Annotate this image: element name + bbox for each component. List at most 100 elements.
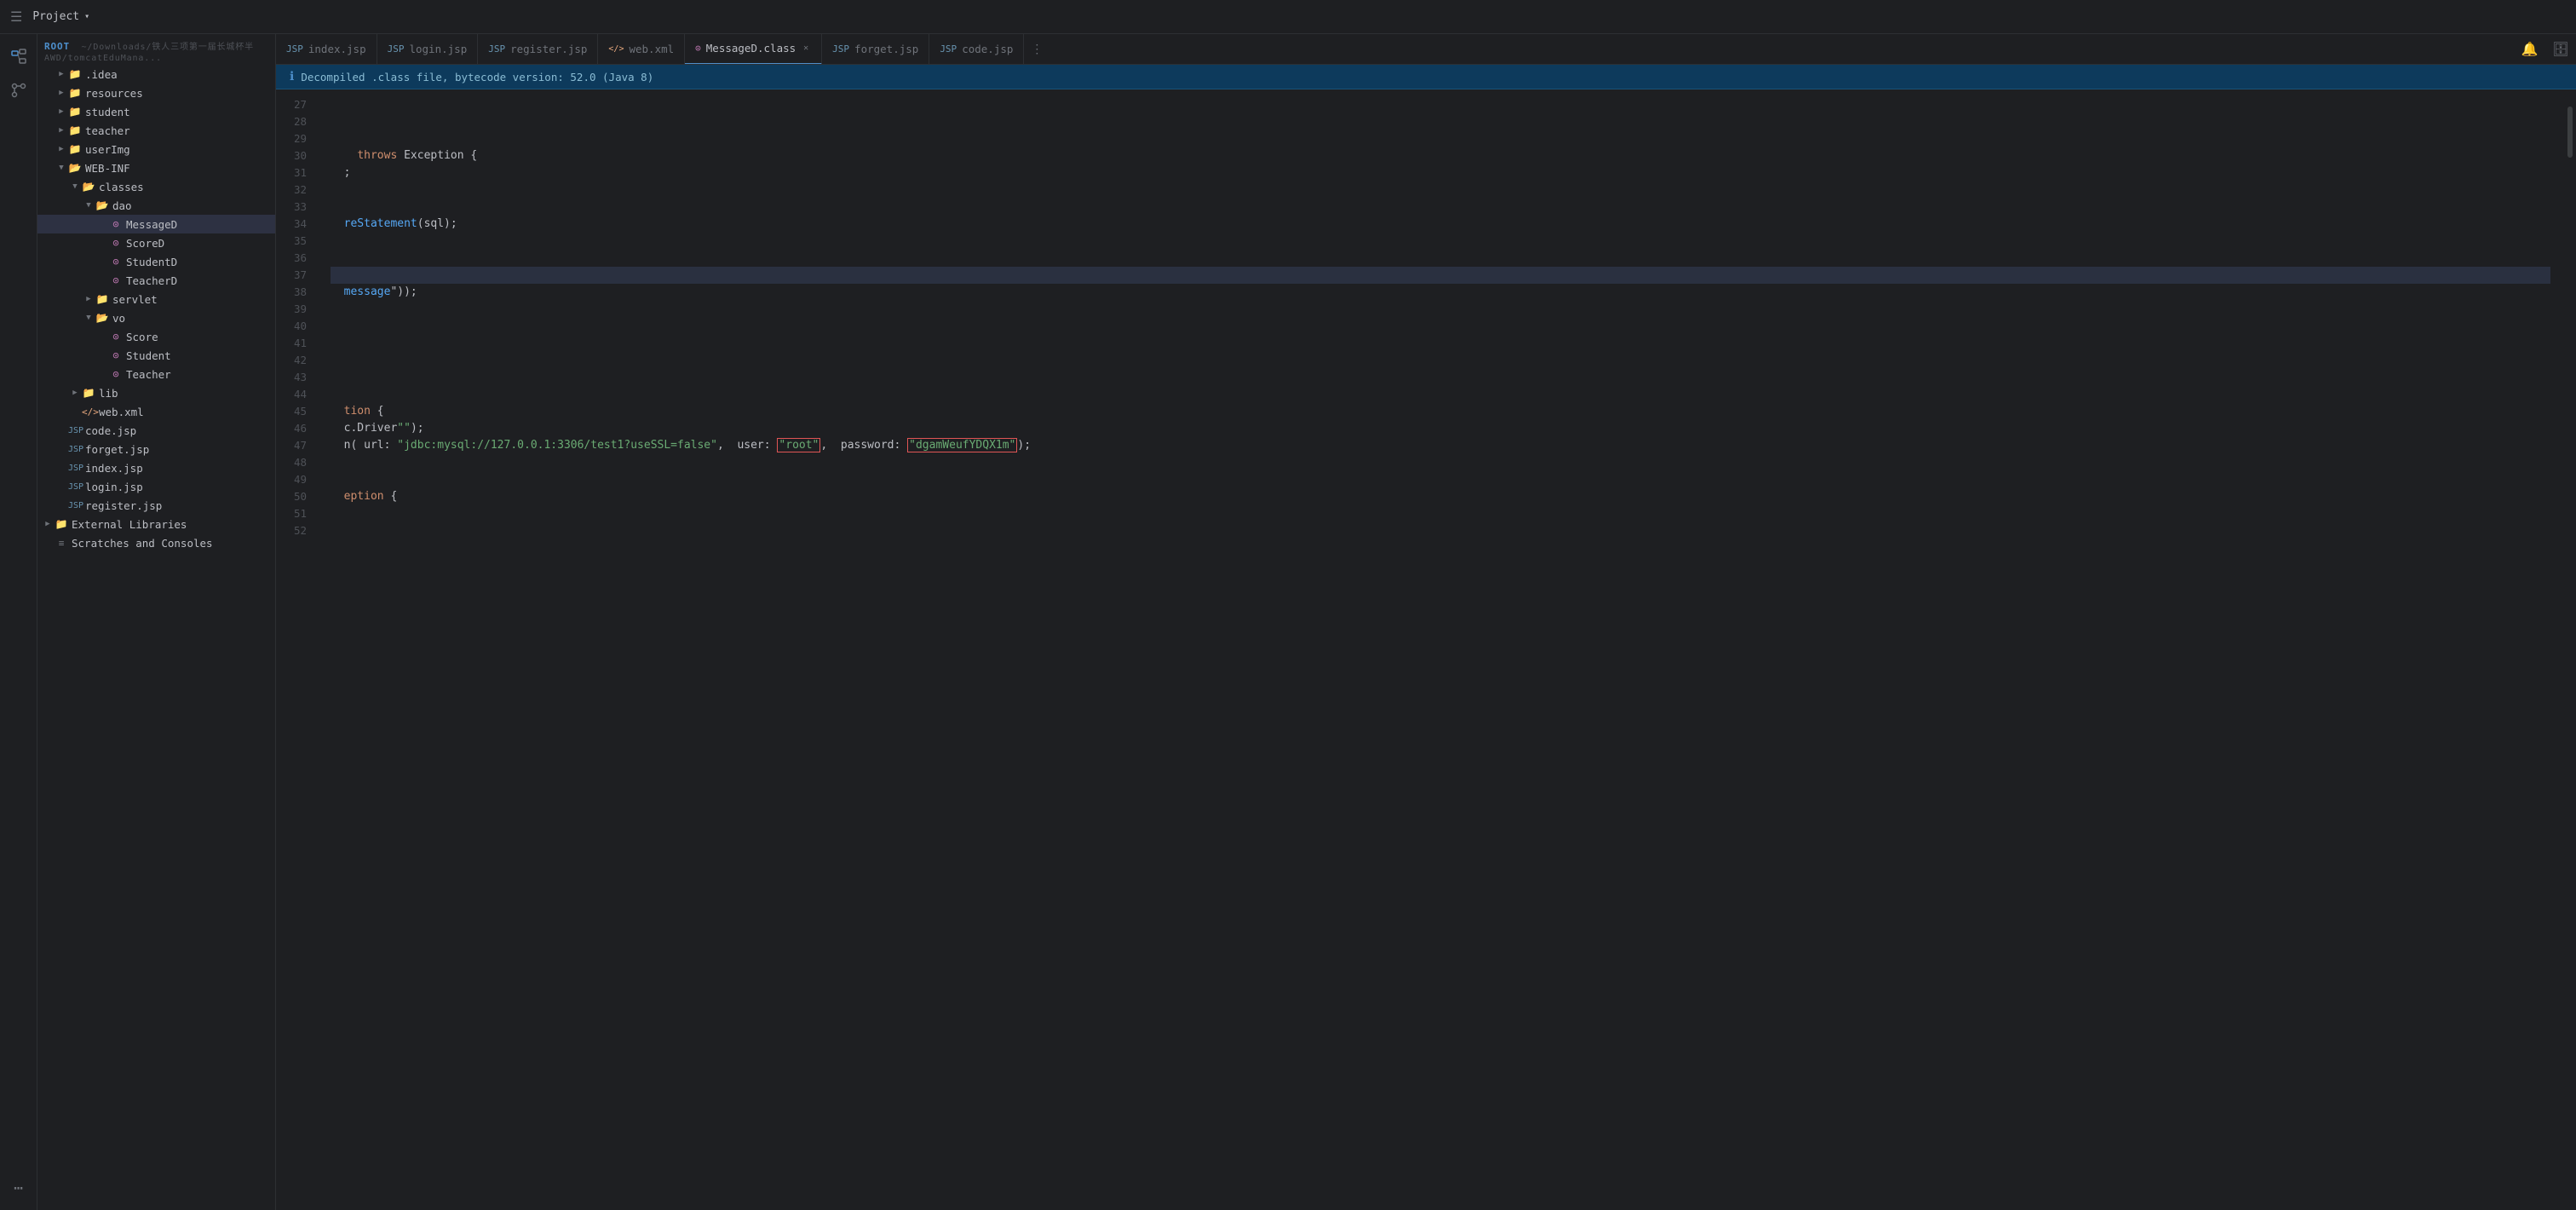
tree-item-userImg[interactable]: ▶ 📁 userImg	[37, 140, 275, 158]
label-webinf: WEB-INF	[85, 162, 130, 175]
tab-codejsp[interactable]: JSP code.jsp	[929, 34, 1024, 65]
notifications-icon[interactable]: 🔔	[2515, 41, 2545, 57]
tab-registerjsp[interactable]: JSP register.jsp	[478, 34, 598, 65]
code-line-43	[331, 369, 2550, 386]
tab-label-forgetjsp: forget.jsp	[854, 43, 918, 55]
tree-item-teacher[interactable]: ▶ 📁 teacher	[37, 121, 275, 140]
tab-close-MessageD[interactable]: ✕	[801, 42, 811, 55]
code-line-52	[331, 522, 2550, 539]
scrollbar-gutter	[2564, 89, 2576, 1210]
tab-label-registerjsp: register.jsp	[510, 43, 587, 55]
arrow-lib: ▶	[68, 389, 82, 397]
tree-item-Teacher[interactable]: ⊙ Teacher	[37, 365, 275, 383]
tree-item-ScoreD[interactable]: ⊙ ScoreD	[37, 233, 275, 252]
tree-item-lib[interactable]: ▶ 📁 lib	[37, 383, 275, 402]
class-icon-Student: ⊙	[109, 349, 123, 361]
tab-overflow-button[interactable]: ⋮	[1024, 43, 1049, 56]
label-teacher: teacher	[85, 124, 130, 137]
tab-label-codejsp: code.jsp	[962, 43, 1013, 55]
tree-item-vo[interactable]: ▼ 📂 vo	[37, 308, 275, 327]
code-line-41	[331, 335, 2550, 352]
project-chevron: ▾	[84, 12, 89, 21]
tree-item-Score[interactable]: ⊙ Score	[37, 327, 275, 346]
tree-item-webxml[interactable]: </> web.xml	[37, 402, 275, 421]
code-line-49	[331, 471, 2550, 488]
tab-loginjsp[interactable]: JSP login.jsp	[377, 34, 479, 65]
tree-item-codejsp[interactable]: JSP code.jsp	[37, 421, 275, 440]
folder-icon-dao: 📂	[95, 199, 109, 211]
folder-icon-idea: 📁	[68, 68, 82, 80]
scratches-icon: ≡	[55, 538, 68, 549]
arrow-servlet: ▶	[82, 295, 95, 303]
label-forgetjsp: forget.jsp	[85, 443, 149, 456]
code-line-42	[331, 352, 2550, 369]
tab-icon-indexjsp: JSP	[286, 43, 303, 55]
more-tools-icon[interactable]: ⋯	[3, 1173, 34, 1203]
tabs-bar: JSP index.jsp JSP login.jsp JSP register…	[276, 34, 2576, 65]
line-numbers: 27 28 29 30 31 32 33 34 35 36 37 38 39 4…	[276, 89, 317, 1210]
arrow-webinf: ▼	[55, 164, 68, 172]
tree-item-Student[interactable]: ⊙ Student	[37, 346, 275, 365]
scrollbar-thumb[interactable]	[2567, 107, 2573, 158]
code-line-35	[331, 233, 2550, 250]
code-editor[interactable]: throws Exception { ; reStatement(sql); m…	[317, 89, 2564, 1210]
tab-webxml[interactable]: </> web.xml	[598, 34, 685, 65]
tab-MessageD[interactable]: ⊙ MessageD.class ✕	[685, 34, 822, 65]
tree-item-TeacherD[interactable]: ⊙ TeacherD	[37, 271, 275, 290]
tree-item-forgetjsp[interactable]: JSP forget.jsp	[37, 440, 275, 458]
tree-item-classes[interactable]: ▼ 📂 classes	[37, 177, 275, 196]
tab-indexjsp[interactable]: JSP index.jsp	[276, 34, 377, 65]
class-icon-MessageD: ⊙	[109, 218, 123, 230]
project-selector[interactable]: ☰ Project ▾	[10, 9, 89, 25]
tree-item-indexjsp[interactable]: JSP index.jsp	[37, 458, 275, 477]
code-line-29	[331, 130, 2550, 147]
info-icon: ℹ	[290, 70, 294, 84]
folder-icon-vo: 📂	[95, 312, 109, 324]
tree-item-dao[interactable]: ▼ 📂 dao	[37, 196, 275, 215]
tab-icon-MessageD: ⊙	[695, 43, 701, 54]
label-loginjsp: login.jsp	[85, 481, 143, 493]
tab-forgetjsp[interactable]: JSP forget.jsp	[822, 34, 929, 65]
label-extlibs: External Libraries	[72, 518, 187, 531]
tree-item-registerjsp[interactable]: JSP register.jsp	[37, 496, 275, 515]
arrow-userImg: ▶	[55, 145, 68, 153]
editor-area: JSP index.jsp JSP login.jsp JSP register…	[276, 34, 2576, 1210]
title-bar: ☰ Project ▾	[0, 0, 2576, 34]
tree-item-webinf[interactable]: ▼ 📂 WEB-INF	[37, 158, 275, 177]
code-line-30: throws Exception {	[331, 147, 2550, 164]
label-MessageD: MessageD	[126, 218, 177, 231]
label-vo: vo	[112, 312, 125, 325]
jsp-icon-indexjsp: JSP	[68, 464, 82, 473]
label-TeacherD: TeacherD	[126, 274, 177, 287]
folder-icon-userImg: 📁	[68, 143, 82, 155]
root-path: ~/Downloads/铁人三项第一届长城杯半AWD/tomcatEduMana…	[44, 43, 254, 63]
tab-icon-loginjsp: JSP	[388, 43, 405, 55]
decompile-banner: ℹ Decompiled .class file, bytecode versi…	[276, 65, 2576, 89]
tree-item-MessageD[interactable]: ⊙ MessageD	[37, 215, 275, 233]
label-userImg: userImg	[85, 143, 130, 156]
tab-label-indexjsp: index.jsp	[308, 43, 366, 55]
tree-item-student[interactable]: ▶ 📁 student	[37, 102, 275, 121]
folder-icon: ☰	[10, 9, 22, 25]
root-header: ROOT ~/Downloads/铁人三项第一届长城杯半AWD/tomcatEd…	[37, 34, 275, 65]
class-icon-Score: ⊙	[109, 331, 123, 343]
class-icon-StudentD: ⊙	[109, 256, 123, 268]
tree-item-servlet[interactable]: ▶ 📁 servlet	[37, 290, 275, 308]
git-icon[interactable]	[3, 75, 34, 106]
tab-label-webxml: web.xml	[629, 43, 674, 55]
label-Score: Score	[126, 331, 158, 343]
database-icon[interactable]: 🗄	[2545, 41, 2576, 57]
project-tree-icon[interactable]	[3, 41, 34, 72]
tree-item-StudentD[interactable]: ⊙ StudentD	[37, 252, 275, 271]
tree-item-extlibs[interactable]: ▶ 📁 External Libraries	[37, 515, 275, 533]
tree-item-scratches[interactable]: ≡ Scratches and Consoles	[37, 533, 275, 552]
label-Teacher: Teacher	[126, 368, 171, 381]
tree-item-idea[interactable]: ▶ 📁 .idea	[37, 65, 275, 84]
tree-item-resources[interactable]: ▶ 📁 resources	[37, 84, 275, 102]
label-servlet: servlet	[112, 293, 158, 306]
code-line-34: reStatement(sql);	[331, 216, 2550, 233]
jsp-icon-loginjsp: JSP	[68, 482, 82, 492]
tab-icon-codejsp: JSP	[940, 43, 957, 55]
tree-item-loginjsp[interactable]: JSP login.jsp	[37, 477, 275, 496]
tab-label-loginjsp: login.jsp	[409, 43, 467, 55]
